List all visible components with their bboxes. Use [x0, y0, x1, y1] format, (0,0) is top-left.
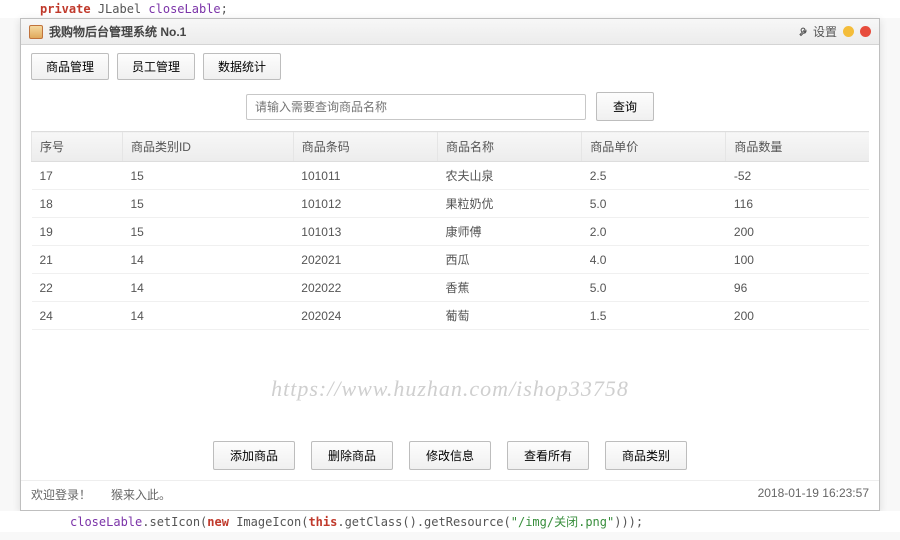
table-cell: 2.5 [582, 162, 726, 190]
table-cell: 15 [122, 162, 293, 190]
table-header[interactable]: 商品名称 [437, 132, 581, 162]
tab-statistics[interactable]: 数据统计 [203, 53, 281, 80]
app-icon [29, 25, 43, 39]
table-cell: 5.0 [582, 274, 726, 302]
table-cell: 24 [32, 302, 123, 330]
table-header[interactable]: 商品数量 [726, 132, 869, 162]
search-button[interactable]: 查询 [596, 92, 654, 121]
table-row[interactable]: 2114202021西瓜4.0100 [32, 246, 870, 274]
table-cell: 19 [32, 218, 123, 246]
table-cell: 14 [122, 274, 293, 302]
table-cell: 101013 [293, 218, 437, 246]
table-row[interactable]: 1715101011农夫山泉2.5-52 [32, 162, 870, 190]
statusbar: 欢迎登录！ 猴来入此。 2018-01-19 16:23:57 [21, 480, 879, 510]
table-cell: 101012 [293, 190, 437, 218]
table-cell: 葡萄 [437, 302, 581, 330]
view-all-button[interactable]: 查看所有 [507, 441, 589, 470]
table-cell: 果粒奶优 [437, 190, 581, 218]
table-cell: 香蕉 [437, 274, 581, 302]
table-row[interactable]: 1915101013康师傅2.0200 [32, 218, 870, 246]
editor-code-line-bottom: closeLable.setIcon(new ImageIcon(this.ge… [0, 511, 900, 532]
table-cell: 200 [726, 302, 869, 330]
table-cell: 14 [122, 246, 293, 274]
table-cell: 西瓜 [437, 246, 581, 274]
table-cell: 17 [32, 162, 123, 190]
product-category-button[interactable]: 商品类别 [605, 441, 687, 470]
app-window: 我购物后台管理系统 No.1 设置 商品管理 员工管理 数据统计 查询 序号商品… [20, 18, 880, 511]
status-welcome: 欢迎登录！ [31, 486, 91, 503]
table-cell: 202021 [293, 246, 437, 274]
table-cell: 14 [122, 302, 293, 330]
table-cell: 96 [726, 274, 869, 302]
table-cell: 2.0 [582, 218, 726, 246]
window-close-icon[interactable] [860, 26, 871, 37]
table-cell: 5.0 [582, 190, 726, 218]
table-cell: 202024 [293, 302, 437, 330]
table-cell: 15 [122, 218, 293, 246]
products-table: 序号商品类别ID商品条码商品名称商品单价商品数量 1715101011农夫山泉2… [31, 131, 869, 330]
table-header[interactable]: 序号 [32, 132, 123, 162]
table-header[interactable]: 商品类别ID [122, 132, 293, 162]
table-cell: 4.0 [582, 246, 726, 274]
table-cell: 21 [32, 246, 123, 274]
tabs-row: 商品管理 员工管理 数据统计 [21, 45, 879, 84]
table-cell: 18 [32, 190, 123, 218]
table-header[interactable]: 商品单价 [582, 132, 726, 162]
table-area: 序号商品类别ID商品条码商品名称商品单价商品数量 1715101011农夫山泉2… [21, 131, 879, 431]
watermark-text: https://www.huzhan.com/ishop33758 [21, 376, 879, 402]
table-cell: 101011 [293, 162, 437, 190]
table-cell: 农夫山泉 [437, 162, 581, 190]
search-input[interactable] [246, 94, 586, 120]
table-row[interactable]: 2214202022香蕉5.096 [32, 274, 870, 302]
search-row: 查询 [21, 84, 879, 131]
settings-button[interactable]: 设置 [798, 23, 837, 40]
edit-info-button[interactable]: 修改信息 [409, 441, 491, 470]
actions-row: 添加商品 删除商品 修改信息 查看所有 商品类别 [21, 431, 879, 480]
window-title: 我购物后台管理系统 No.1 [49, 23, 186, 40]
table-cell: -52 [726, 162, 869, 190]
table-cell: 200 [726, 218, 869, 246]
tab-employees[interactable]: 员工管理 [117, 53, 195, 80]
delete-product-button[interactable]: 删除商品 [311, 441, 393, 470]
table-row[interactable]: 2414202024葡萄1.5200 [32, 302, 870, 330]
wrench-icon [798, 26, 810, 38]
titlebar: 我购物后台管理系统 No.1 设置 [21, 19, 879, 45]
table-cell: 1.5 [582, 302, 726, 330]
table-header[interactable]: 商品条码 [293, 132, 437, 162]
table-cell: 22 [32, 274, 123, 302]
tab-products[interactable]: 商品管理 [31, 53, 109, 80]
status-msg: 猴来入此。 [111, 486, 171, 503]
editor-code-line-top: private JLabel closeLable; [0, 0, 900, 18]
table-cell: 15 [122, 190, 293, 218]
table-row[interactable]: 1815101012果粒奶优5.0116 [32, 190, 870, 218]
add-product-button[interactable]: 添加商品 [213, 441, 295, 470]
table-cell: 100 [726, 246, 869, 274]
window-minimize-icon[interactable] [843, 26, 854, 37]
table-cell: 116 [726, 190, 869, 218]
status-time: 2018-01-19 16:23:57 [758, 486, 869, 503]
table-cell: 202022 [293, 274, 437, 302]
table-cell: 康师傅 [437, 218, 581, 246]
